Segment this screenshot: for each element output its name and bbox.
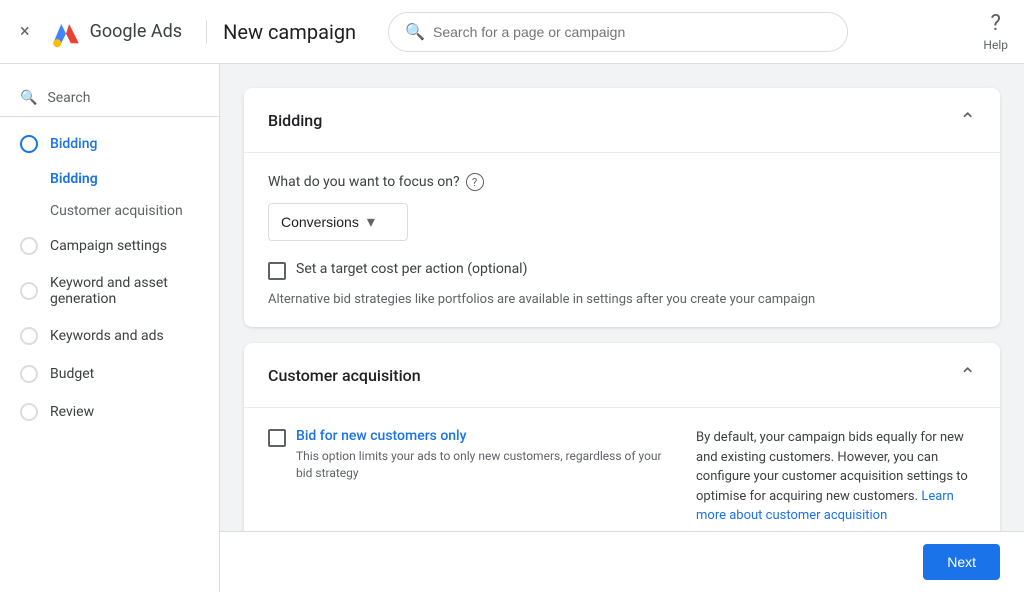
- target-cost-checkbox[interactable]: [268, 262, 286, 280]
- bid-sub-label: This option limits your ads to only new …: [296, 448, 672, 482]
- sidebar-search-label: Search: [47, 90, 90, 106]
- sidebar-label-budget: Budget: [50, 366, 94, 382]
- sidebar-item-review[interactable]: Review: [0, 393, 219, 431]
- ca-left: Bid for new customers only This option l…: [268, 428, 672, 526]
- sidebar-subitem-customer-acquisition[interactable]: Customer acquisition: [0, 195, 219, 227]
- customer-acquisition-collapse-icon[interactable]: ⌃: [959, 363, 976, 387]
- sidebar-subitem-bidding[interactable]: Bidding: [0, 163, 219, 195]
- sidebar-item-bidding[interactable]: Bidding: [0, 125, 219, 163]
- campaign-title: New campaign: [206, 20, 356, 44]
- sidebar-item-budget[interactable]: Budget: [0, 355, 219, 393]
- sidebar-item-keyword-asset[interactable]: Keyword and asset generation: [0, 265, 219, 317]
- help-label: Help: [983, 38, 1008, 52]
- sidebar-item-keywords-ads[interactable]: Keywords and ads: [0, 317, 219, 355]
- focus-label-text: What do you want to focus on?: [268, 174, 460, 190]
- conversions-dropdown[interactable]: Conversions ▾: [268, 203, 408, 241]
- bidding-card: Bidding ⌃ What do you want to focus on? …: [244, 88, 1000, 327]
- search-bar[interactable]: 🔍: [388, 12, 848, 52]
- bottom-bar: Next: [220, 531, 1024, 592]
- sidebar-search-item[interactable]: 🔍 Search: [0, 80, 219, 117]
- bid-for-label: Bid for new customers only: [296, 428, 672, 444]
- bidding-card-header: Bidding ⌃: [244, 88, 1000, 153]
- focus-help-icon[interactable]: ?: [466, 173, 484, 191]
- focus-question: What do you want to focus on? ?: [268, 173, 976, 191]
- ca-right-info: By default, your campaign bids equally f…: [696, 428, 976, 526]
- customer-acquisition-card: Customer acquisition ⌃ Bid for new custo…: [244, 343, 1000, 546]
- sidebar: 🔍 Search Bidding Bidding Customer acquis…: [0, 64, 220, 592]
- search-input[interactable]: [433, 24, 831, 40]
- sidebar-label-bidding: Bidding: [50, 136, 97, 152]
- topbar: × Google Ads New campaign 🔍 ? Help: [0, 0, 1024, 64]
- sidebar-circle-bidding: [20, 135, 38, 153]
- target-cost-row: Set a target cost per action (optional): [268, 261, 976, 280]
- sidebar-circle-review: [20, 403, 38, 421]
- next-button[interactable]: Next: [923, 544, 1000, 580]
- help-icon: ?: [991, 11, 1001, 36]
- bidding-card-body: What do you want to focus on? ? Conversi…: [244, 153, 1000, 327]
- bidding-collapse-icon[interactable]: ⌃: [959, 108, 976, 132]
- main-content: Bidding ⌃ What do you want to focus on? …: [220, 64, 1024, 592]
- sidebar-circle-campaign-settings: [20, 237, 38, 255]
- customer-acquisition-body: Bid for new customers only This option l…: [244, 408, 1000, 546]
- bid-new-customers-checkbox[interactable]: [268, 429, 286, 447]
- close-button[interactable]: ×: [16, 17, 34, 46]
- help-button[interactable]: ? Help: [983, 11, 1008, 52]
- sidebar-circle-keywords-ads: [20, 327, 38, 345]
- sidebar-sub-items: Bidding Customer acquisition: [0, 163, 219, 227]
- sidebar-label-campaign-settings: Campaign settings: [50, 238, 167, 254]
- customer-acquisition-title: Customer acquisition: [268, 366, 421, 385]
- search-icon: 🔍: [405, 22, 425, 41]
- bid-new-customers-content: Bid for new customers only This option l…: [296, 428, 672, 482]
- search-sidebar-icon: 🔍: [20, 90, 37, 106]
- target-cost-label: Set a target cost per action (optional): [296, 261, 527, 277]
- bidding-card-title: Bidding: [268, 111, 322, 130]
- sidebar-item-campaign-settings[interactable]: Campaign settings: [0, 227, 219, 265]
- dropdown-value: Conversions: [281, 214, 359, 230]
- bid-new-customers-row: Bid for new customers only This option l…: [268, 428, 672, 482]
- customer-acquisition-header: Customer acquisition ⌃: [244, 343, 1000, 408]
- sidebar-circle-budget: [20, 365, 38, 383]
- google-ads-logo-icon: [50, 16, 82, 48]
- alt-bid-text: Alternative bid strategies like portfoli…: [268, 292, 976, 307]
- layout: 🔍 Search Bidding Bidding Customer acquis…: [0, 64, 1024, 592]
- sidebar-label-keyword-asset: Keyword and asset generation: [50, 275, 199, 307]
- logo-text: Google Ads: [90, 21, 182, 42]
- sidebar-circle-keyword-asset: [20, 282, 38, 300]
- sidebar-label-review: Review: [50, 404, 94, 420]
- sidebar-label-keywords-ads: Keywords and ads: [50, 328, 164, 344]
- dropdown-arrow-icon: ▾: [367, 212, 375, 232]
- logo: Google Ads: [50, 16, 182, 48]
